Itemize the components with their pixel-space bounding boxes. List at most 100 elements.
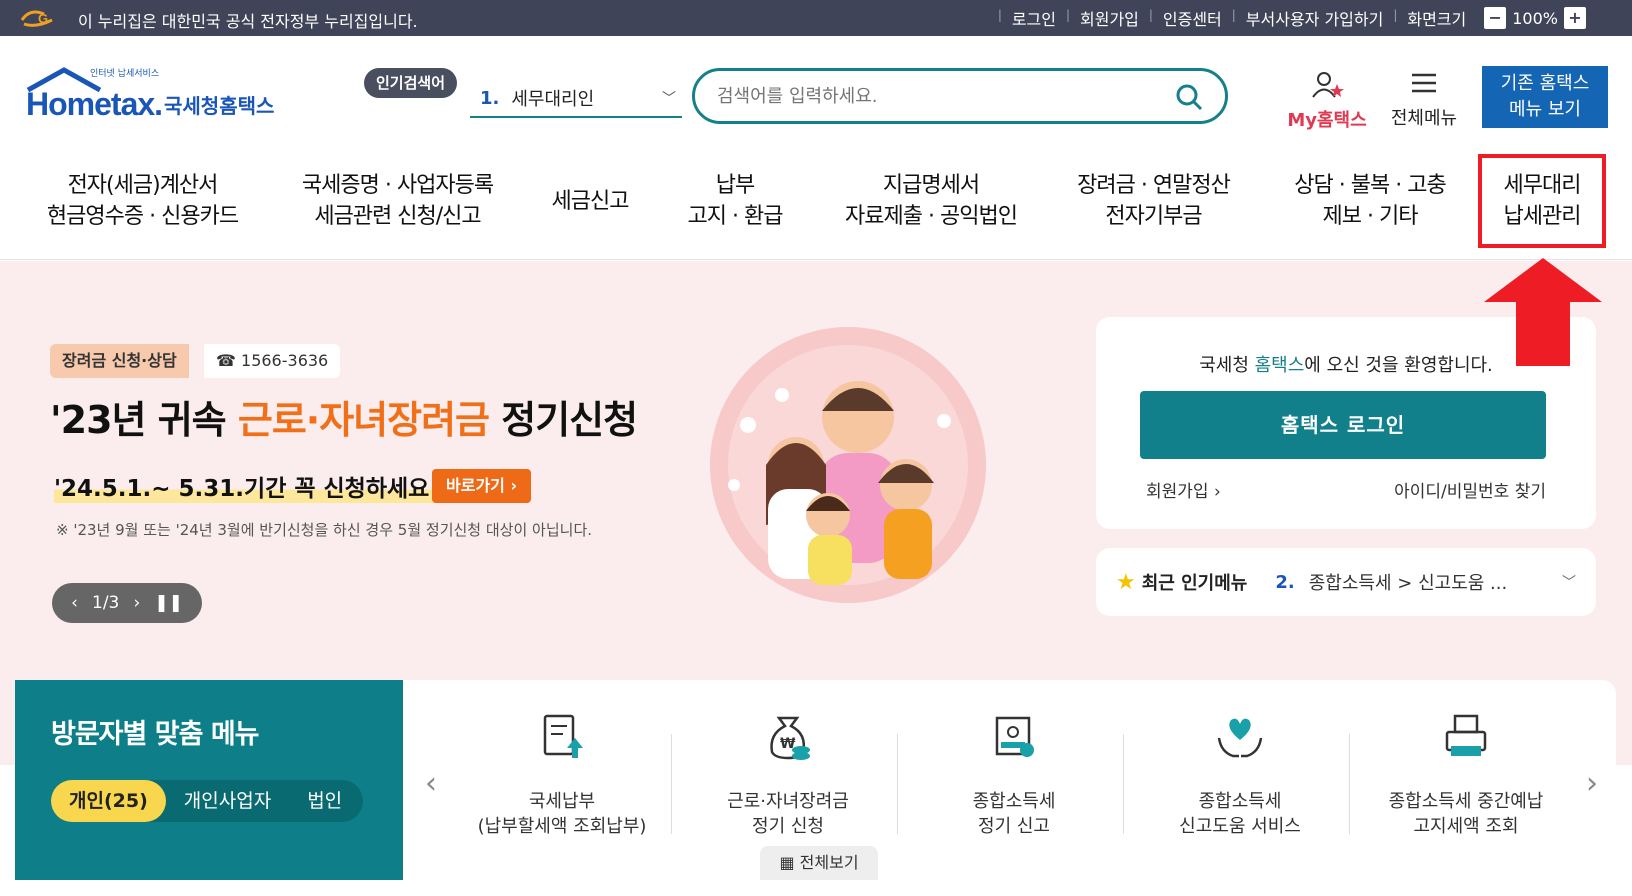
welcome-pre: 국세청 <box>1199 355 1255 376</box>
go-button[interactable]: 바로가기 › <box>432 469 532 503</box>
search-box <box>692 68 1228 124</box>
nav-line2: 자료제출 · 공익법인 <box>845 204 1018 229</box>
find-id-password-link[interactable]: 아이디/비밀번호 찾기 <box>1394 477 1546 502</box>
divider <box>671 734 672 834</box>
quick-item-line1: 종합소득세 중간예납 <box>1388 791 1544 812</box>
chevron-down-icon: ﹀ <box>662 91 676 107</box>
util-links: 로그인 회원가입 인증센터 부서사용자 가입하기 화면크기 − 100% + <box>998 0 1592 36</box>
nav-item-consulting[interactable]: 상담 · 불복 · 고충 제보 · 기타 <box>1282 170 1458 232</box>
nav-line1: 지급명세서 <box>882 173 980 198</box>
gov-notice-bar: G 이 누리집은 대한민국 공식 전자정부 누리집입니다. 로그인 회원가입 인… <box>0 0 1632 36</box>
search-input[interactable] <box>695 85 1155 107</box>
hot-keyword-value: 세무대리인 <box>511 89 595 110</box>
quick-item-interim-prepayment[interactable]: 종합소득세 중간예납 고지세액 조회 <box>1353 712 1579 839</box>
divider <box>1123 734 1124 834</box>
util-link-login[interactable]: 로그인 <box>998 6 1068 30</box>
quick-item-line2: 신고도움 서비스 <box>1179 816 1301 837</box>
pager-count: 1/3 <box>92 593 120 613</box>
tab-corporation[interactable]: 법인 <box>289 780 360 822</box>
phone-pill: ☎ 1566-3636 <box>204 344 341 378</box>
zoom-out-button[interactable]: − <box>1484 7 1507 29</box>
nav-item-einvoice[interactable]: 전자(세금)계산서 현금영수증 · 신용카드 <box>40 170 245 232</box>
chevron-left-icon[interactable]: ‹ <box>71 593 78 613</box>
zoom-level: 100% <box>1512 8 1558 28</box>
search-icon[interactable] <box>1175 83 1203 111</box>
mytax-button[interactable]: My홈택스 <box>1282 70 1372 132</box>
hamburger-icon <box>1412 73 1436 93</box>
hometax-login-button[interactable]: 홈택스 로그인 <box>1140 391 1546 459</box>
nav-item-tax-return[interactable]: 세금신고 <box>540 186 640 217</box>
gov-notice-text: 이 누리집은 대한민국 공식 전자정부 누리집입니다. <box>78 12 418 31</box>
util-link-dept-join[interactable]: 부서사용자 가입하기 <box>1232 6 1396 30</box>
chevron-right-icon[interactable]: › <box>1586 766 1598 801</box>
nav-line1: 장려금 · 연말정산 <box>1077 173 1231 198</box>
util-link-screen-size: 화면크기 <box>1393 6 1478 30</box>
divider <box>897 734 898 834</box>
welcome-post: 에 오신 것을 환영합니다. <box>1304 355 1493 376</box>
document-upload-icon <box>543 714 583 758</box>
nav-line2: 제보 · 기타 <box>1322 204 1419 229</box>
chevron-right-icon[interactable]: › <box>133 593 140 613</box>
logo-korean: 국세청홈택스 <box>164 94 275 118</box>
nav-line1: 상담 · 불복 · 고충 <box>1294 173 1446 198</box>
quick-item-line2: 정기 신청 <box>752 816 824 837</box>
hometax-logo[interactable]: 인터넷 납세서비스 Hometax. 국세청홈택스 <box>18 66 288 126</box>
popular-menu-card[interactable]: ★ 최근 인기메뉴 2. 종합소득세 > 신고도움 ... ﹀ <box>1096 548 1596 616</box>
egov-logo-icon: G <box>20 10 53 27</box>
main-nav: 전자(세금)계산서 현금영수증 · 신용카드 국세증명 · 사업자등록 세금관련… <box>0 148 1632 260</box>
all-menu-button[interactable]: 전체메뉴 <box>1384 70 1464 130</box>
headline-post: 정기신청 <box>489 398 638 442</box>
nav-line2: 전자기부금 <box>1105 204 1202 229</box>
quick-item-filing-help[interactable]: 종합소득세 신고도움 서비스 <box>1127 712 1353 839</box>
chevron-left-icon[interactable]: ‹ <box>425 766 437 801</box>
quick-item-line2: 고지세액 조회 <box>1413 816 1519 837</box>
nav-item-payment[interactable]: 납부 고지 · 환급 <box>680 170 790 232</box>
all-menu-label: 전체메뉴 <box>1390 108 1458 129</box>
view-all-label: 전체보기 <box>799 853 859 872</box>
tab-individual[interactable]: 개인(25) <box>51 780 166 822</box>
nav-line1: 국세증명 · 사업자등록 <box>301 173 494 198</box>
popular-menu-text: 종합소득세 > 신고도움 ... <box>1308 573 1508 594</box>
hero-headline: '23년 귀속 근로·자녀장려금 정기신청 <box>50 389 638 444</box>
printer-icon <box>1445 714 1487 756</box>
quick-item-line1: 근로·자녀장려금 <box>727 791 849 812</box>
legacy-menu-line2: 메뉴 보기 <box>1509 99 1581 120</box>
legacy-menu-line1: 기존 홈택스 <box>1500 73 1590 94</box>
quick-item-incentive[interactable]: ₩ 근로·자녀장려금 정기 신청 <box>675 712 901 839</box>
user-star-icon <box>1312 72 1344 98</box>
nav-line2: 현금영수증 · 신용카드 <box>46 204 239 229</box>
nav-item-incentive[interactable]: 장려금 · 연말정산 전자기부금 <box>1066 170 1241 232</box>
nav-item-certificates[interactable]: 국세증명 · 사업자등록 세금관련 신청/신고 <box>290 170 505 232</box>
quick-item-line2: 정기 신고 <box>978 816 1050 837</box>
util-link-join[interactable]: 회원가입 <box>1066 6 1151 30</box>
visitor-tabs: 개인(25) 개인사업자 법인 <box>51 780 363 822</box>
quick-item-line1: 종합소득세 <box>1198 791 1282 812</box>
quick-item-line1: 종합소득세 <box>972 791 1056 812</box>
util-link-cert[interactable]: 인증센터 <box>1149 6 1234 30</box>
nav-line1: 전자(세금)계산서 <box>67 173 219 198</box>
hot-keyword-rank: 1. <box>480 87 500 109</box>
legacy-menu-button[interactable]: 기존 홈택스 메뉴 보기 <box>1482 66 1608 128</box>
quick-item-tax-payment[interactable]: 국세납부 (납부할세액 조회납부) <box>449 712 675 839</box>
hot-keyword-select[interactable]: 1. 세무대리인 ﹀ <box>470 80 682 118</box>
popular-menu-title: 최근 인기메뉴 <box>1141 573 1248 594</box>
view-all-button[interactable]: ▦ 전체보기 <box>760 846 878 880</box>
pause-icon[interactable]: ❚❚ <box>154 593 183 613</box>
zoom-in-button[interactable]: + <box>1564 7 1586 29</box>
mytax-label: My홈택스 <box>1287 110 1367 131</box>
tab-sole-proprietor[interactable]: 개인사업자 <box>166 780 289 822</box>
chevron-down-icon[interactable]: ﹀ <box>1562 572 1576 592</box>
nav-line1: 납부 <box>715 173 755 198</box>
visitor-menu-panel: 방문자별 맞춤 메뉴 개인(25) 개인사업자 법인 <box>15 680 403 880</box>
nav-item-statements[interactable]: 지급명세서 자료제출 · 공익법인 <box>836 170 1026 232</box>
join-link[interactable]: 회원가입 › <box>1146 477 1221 502</box>
hero-note: ※ '23년 9월 또는 '24년 3월에 반기신청을 하신 경우 5월 정기신… <box>56 521 593 539</box>
svg-text:G: G <box>38 11 48 26</box>
headline-highlight: 근로·자녀장려금 <box>237 398 490 442</box>
grid-icon: ▦ <box>779 853 795 872</box>
red-arrow-annotation-icon <box>1484 258 1602 366</box>
quick-item-income-tax[interactable]: 종합소득세 정기 신고 <box>901 712 1127 839</box>
tax-agent-highlight-box <box>1478 154 1606 248</box>
certificate-icon <box>995 716 1034 757</box>
welcome-accent: 홈택스 <box>1254 355 1305 376</box>
